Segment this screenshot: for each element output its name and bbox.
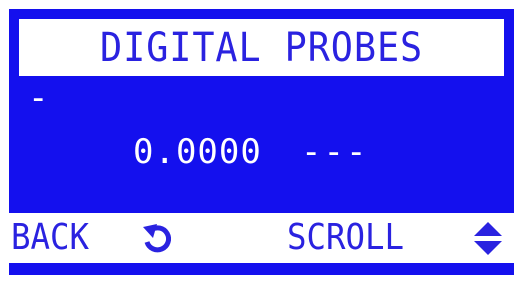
scroll-button[interactable]: SCROLL bbox=[287, 213, 502, 263]
softkey-bar: BACK SCROLL bbox=[9, 213, 514, 263]
rotate-back-icon bbox=[141, 222, 175, 261]
up-down-arrows-icon bbox=[473, 221, 503, 262]
title-bar: DIGITAL PROBES bbox=[19, 19, 504, 76]
back-label: BACK bbox=[11, 217, 90, 258]
lcd-screen: DIGITAL PROBES - 0.0000 --- BACK SCROLL bbox=[9, 9, 514, 275]
probe-selection-marker: - bbox=[28, 78, 49, 118]
probe-value: 0.0000 bbox=[133, 132, 262, 172]
back-button[interactable]: BACK bbox=[11, 213, 172, 263]
probe-unit: --- bbox=[301, 132, 369, 172]
scroll-label: SCROLL bbox=[287, 217, 405, 258]
page-title: DIGITAL PROBES bbox=[99, 24, 424, 71]
